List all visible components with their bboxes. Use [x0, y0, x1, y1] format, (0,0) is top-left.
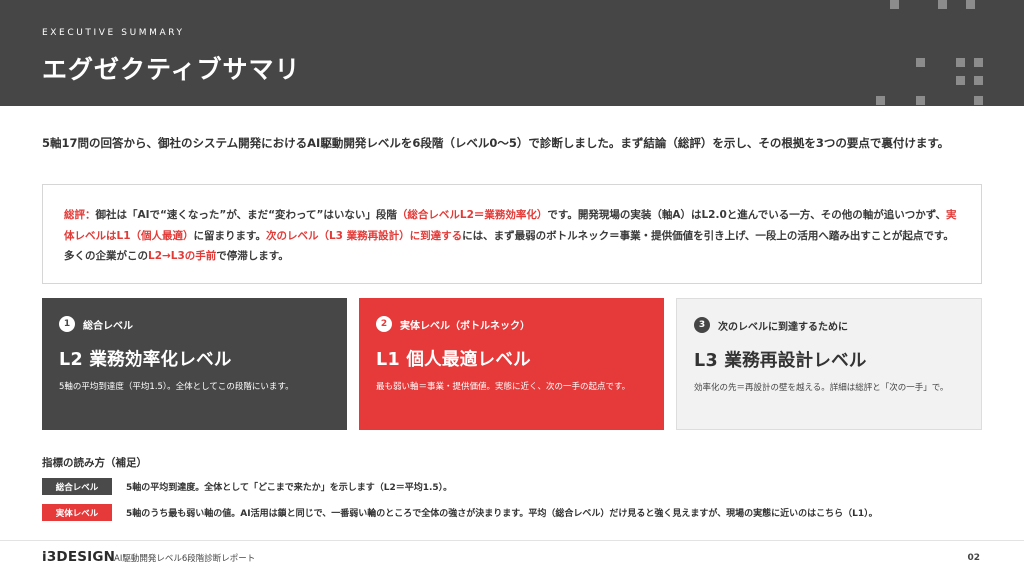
report-title: AI駆動開発レベル6段階診断レポート	[114, 554, 256, 564]
header-band: EXECUTIVE SUMMARY エグゼクティブサマリ	[0, 0, 1024, 106]
note-row-overall: 総合レベル 5軸の平均到達度。全体として「どこまで来たか」を示します（L2＝平均…	[42, 478, 452, 495]
card-label: 実体レベル（ボトルネック）	[400, 320, 530, 332]
note-row-actual: 実体レベル 5軸のうち最も弱い軸の値。AI活用は鎖と同じで、一番弱い輪のところで…	[42, 504, 878, 521]
card-header: 1 総合レベル	[59, 316, 330, 332]
note-tag: 実体レベル	[42, 504, 112, 521]
card-description: 5軸の平均到達度（平均1.5）。全体としてこの段階にいます。	[59, 382, 294, 392]
card-description: 最も弱い軸＝事業・提供価値。実態に近く、次の一手の起点です。	[376, 382, 631, 392]
summary-highlight: L2→L3の手前	[148, 250, 217, 262]
card-title: L1 個人最適レベル	[376, 350, 531, 370]
summary-highlight: 次のレベル（L3 業務再設計）に到達する	[265, 229, 463, 242]
card-actual-level: 2 実体レベル（ボトルネック） L1 個人最適レベル 最も弱い軸＝事業・提供価値…	[359, 298, 664, 430]
card-label: 総合レベル	[83, 320, 133, 332]
number-badge: 2	[376, 316, 392, 332]
footer-divider	[0, 540, 1024, 541]
summary-text: で停滞します。	[216, 250, 289, 262]
summary-box: 総評：御社は「AIで“速くなった”が、まだ“変わって”はいない」段階（総合レベル…	[42, 184, 982, 284]
card-title: L2 業務効率化レベル	[59, 350, 232, 370]
card-overall-level: 1 総合レベル L2 業務効率化レベル 5軸の平均到達度（平均1.5）。全体とし…	[42, 298, 347, 430]
summary-label: 総評：	[64, 209, 96, 221]
note-tag: 総合レベル	[42, 478, 112, 495]
card-next-level: 3 次のレベルに到達するために L3 業務再設計レベル 効率化の先＝再設計の壁を…	[676, 298, 982, 430]
card-label: 次のレベルに到達するために	[718, 321, 848, 333]
lead-paragraph: 5軸17問の回答から、御社のシステム開発におけるAI駆動開発レベルを6段階（レベ…	[42, 136, 950, 150]
card-description: 効率化の先＝再設計の壁を越える。詳細は総評と「次の一手」で。	[694, 383, 949, 393]
section-eyebrow: EXECUTIVE SUMMARY	[42, 28, 185, 38]
page-title: エグゼクティブサマリ	[42, 55, 301, 84]
note-text: 5軸の平均到達度。全体として「どこまで来たか」を示します（L2＝平均1.5）。	[126, 483, 453, 493]
summary-text: に留まります。	[193, 229, 266, 242]
summary-text: 御社は「AIで“速くなった”が、まだ“変わって”はいない」段階	[95, 209, 397, 221]
card-header: 2 実体レベル（ボトルネック）	[376, 316, 647, 332]
card-title: L3 業務再設計レベル	[694, 351, 867, 371]
number-badge: 3	[694, 317, 710, 333]
number-badge: 1	[59, 316, 75, 332]
notes-heading: 指標の読み方（補足）	[42, 457, 147, 469]
company-logo: i3DESIGN	[42, 549, 116, 565]
note-text: 5軸のうち最も弱い軸の値。AI活用は鎖と同じで、一番弱い輪のところで全体の強さが…	[126, 509, 878, 519]
summary-highlight: （総合レベルL2＝業務効率化）	[396, 209, 548, 221]
page-number: 02	[967, 553, 980, 563]
summary-text: です。開発現場の実装（軸A）はL2.0と進んでいる一方、その他の軸が追いつかず、	[547, 209, 947, 221]
card-header: 3 次のレベルに到達するために	[694, 317, 964, 333]
